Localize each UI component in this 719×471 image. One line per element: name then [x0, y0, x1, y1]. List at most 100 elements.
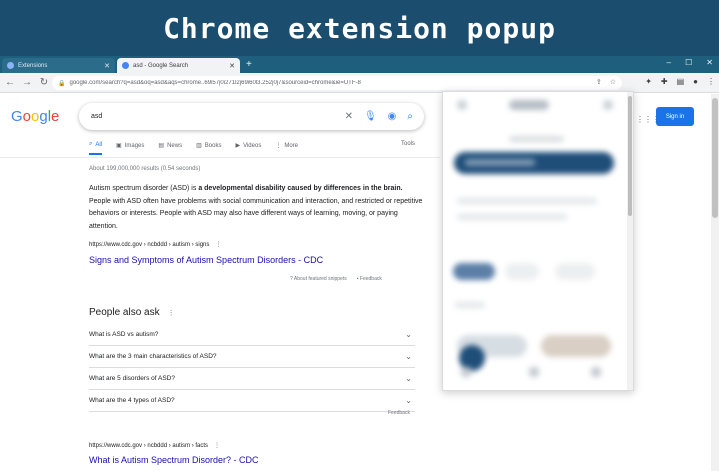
chevron-down-icon: ⌄ [405, 396, 412, 405]
result-link[interactable]: Signs and Symptoms of Autism Spectrum Di… [89, 255, 323, 265]
logo-letter: e [51, 108, 60, 125]
logo-letter: o [22, 108, 32, 125]
puzzle-icon [7, 62, 14, 69]
popup-menu-icon[interactable] [457, 100, 467, 110]
bookmark-star-icon[interactable]: ☆ [610, 78, 616, 86]
popup-text-line [457, 214, 567, 220]
popup-card[interactable] [541, 335, 611, 357]
divider [0, 157, 440, 158]
popup-text-line [457, 198, 597, 204]
reading-list-icon[interactable]: ▤ [677, 77, 685, 86]
google-logo[interactable]: Google [11, 108, 59, 125]
url-text: google.com/search?q=asd&oq=asd&aqs=chrom… [69, 80, 361, 86]
profile-icon[interactable]: ● [693, 77, 698, 86]
feedback-link[interactable]: Feedback [388, 410, 410, 416]
address-bar[interactable]: 🔒 google.com/search?q=asd&oq=asd&aqs=chr… [52, 76, 622, 90]
tab-more[interactable]: ⋮ More [275, 141, 298, 155]
tools-button[interactable]: Tools [401, 141, 415, 147]
window-controls: – ☐ ✕ [667, 58, 713, 67]
clear-icon[interactable]: ✕ [345, 111, 353, 122]
feedback-link[interactable]: ▪ Feedback [357, 276, 382, 282]
popup-scrollbar-thumb[interactable] [628, 96, 632, 216]
scrollbar-thumb[interactable] [712, 98, 718, 218]
extension-popup[interactable] [442, 91, 634, 391]
cite-text: https://www.cdc.gov › ncbddd › autism › … [89, 242, 210, 248]
back-icon[interactable]: ← [3, 77, 17, 88]
feedback-icon: ▪ [356, 276, 359, 282]
extension-icon[interactable]: ✦ [645, 77, 652, 86]
snippet-bold: a developmental disability caused by dif… [198, 185, 403, 192]
banner-title: Chrome extension popup [163, 11, 556, 45]
people-also-ask-heading: People also ask ⋮ [89, 307, 175, 318]
paa-title-text: People also ask [89, 307, 160, 318]
popup-chip[interactable] [505, 263, 539, 280]
menu-kebab-icon[interactable]: ⋮ [707, 77, 715, 86]
popup-subtitle-placeholder [509, 136, 564, 142]
image-icon: ▣ [116, 143, 122, 149]
omnibox-actions: ⇪ ☆ [596, 78, 616, 86]
new-tab-button[interactable]: + [246, 59, 252, 70]
close-window-icon[interactable]: ✕ [706, 58, 713, 67]
tab-videos[interactable]: ▶ Videos [235, 141, 261, 155]
question-text: What are the 4 types of ASD? [89, 397, 175, 404]
camera-lens-icon[interactable]: ◉ [388, 111, 397, 122]
extensions-puzzle-icon[interactable]: ✚ [661, 77, 668, 86]
paa-question[interactable]: What are 5 disorders of ASD? ⌄ [89, 368, 415, 390]
search-icon[interactable]: ⌕ [407, 111, 413, 122]
popup-chip[interactable] [453, 263, 495, 280]
close-icon[interactable]: ✕ [104, 62, 110, 70]
question-text: What is ASD vs autism? [89, 331, 159, 338]
tab-label: Videos [243, 142, 262, 149]
logo-letter: g [39, 108, 48, 125]
question-text: What are the 3 main characteristics of A… [89, 353, 217, 360]
popup-button-label-placeholder [465, 159, 535, 166]
microphone-icon[interactable]: 🎙 [364, 111, 377, 122]
tab-label: Images [124, 142, 145, 149]
chevron-down-icon: ⌄ [405, 330, 412, 339]
search-box-icons: ✕ 🎙 ◉ ⌕ [345, 111, 413, 122]
help-icon: ? [290, 276, 293, 282]
tab-images[interactable]: ▣ Images [116, 141, 144, 155]
popup-chip[interactable] [555, 263, 595, 280]
people-also-ask-list: What is ASD vs autism? ⌄ What are the 3 m… [89, 324, 415, 412]
tab-news[interactable]: ▤ News [158, 141, 182, 155]
title-banner: Chrome extension popup [0, 0, 719, 56]
tab-label: News [167, 142, 183, 149]
more-options-icon[interactable]: ⋮ [168, 310, 175, 317]
browser-toolbar: ← → ↻ 🔒 google.com/search?q=asd&oq=asd&a… [0, 73, 719, 93]
popup-text-line [455, 302, 485, 308]
paa-question[interactable]: What are the 3 main characteristics of A… [89, 346, 415, 368]
cite-text: https://www.cdc.gov › ncbddd › autism › … [89, 443, 209, 449]
tab-extensions[interactable]: Extensions ✕ [2, 58, 115, 73]
browser-tab-strip: Extensions ✕ asd - Google Search ✕ + – ☐… [0, 56, 719, 73]
popup-nav-icon[interactable] [591, 367, 601, 377]
page-scrollbar[interactable] [711, 94, 719, 471]
toolbar-right-icons: ✦ ✚ ▤ ● ⋮ [645, 77, 715, 86]
share-icon[interactable]: ⇪ [596, 78, 602, 86]
feedback-label: Feedback [359, 276, 382, 282]
sign-in-button[interactable]: Sign in [656, 107, 694, 126]
maximize-icon[interactable]: ☐ [685, 58, 692, 67]
paa-question[interactable]: What are the 4 types of ASD? ⌄ [89, 390, 415, 412]
tab-all[interactable]: ⌕ All [89, 141, 103, 155]
result-link[interactable]: What is Autism Spectrum Disorder? - CDC [89, 455, 259, 465]
about-label: About featured snippets [293, 276, 347, 282]
more-options-icon[interactable]: ⋮ [215, 242, 221, 248]
reload-icon[interactable]: ↻ [37, 77, 51, 88]
tab-books[interactable]: ▥ Books [196, 141, 221, 155]
more-options-icon[interactable]: ⋮ [214, 443, 220, 449]
popup-nav-icon[interactable] [529, 367, 539, 377]
popup-nav-icon[interactable] [461, 367, 471, 377]
popup-settings-icon[interactable] [603, 100, 613, 110]
popup-blurred-content [443, 92, 633, 390]
search-input[interactable]: asd ✕ 🎙 ◉ ⌕ [79, 103, 424, 130]
tab-google-search[interactable]: asd - Google Search ✕ [117, 58, 240, 73]
popup-scrollbar[interactable] [627, 92, 633, 390]
snippet-rest: People with ASD often have problems with… [89, 197, 423, 230]
snippet-lead: Autism spectrum disorder (ASD) is [89, 185, 199, 192]
forward-icon[interactable]: → [20, 77, 34, 88]
close-icon[interactable]: ✕ [229, 62, 235, 70]
paa-question[interactable]: What is ASD vs autism? ⌄ [89, 324, 415, 346]
minimize-icon[interactable]: – [667, 58, 671, 67]
about-featured-snippets[interactable]: ? About featured snippets [290, 276, 347, 282]
